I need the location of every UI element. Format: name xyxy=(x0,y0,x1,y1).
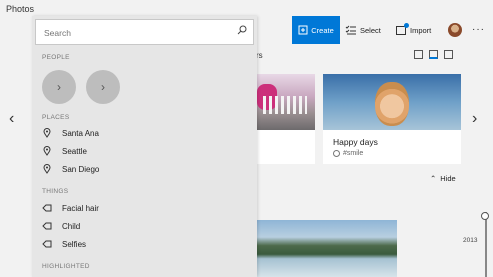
section-title-partial: rs xyxy=(256,51,263,60)
hide-label: Hide xyxy=(440,174,456,183)
people-header: PEOPLE xyxy=(42,54,70,61)
photo-card[interactable]: Happy days #smile xyxy=(323,74,461,164)
place-label: Seattle xyxy=(62,146,87,156)
smile-icon xyxy=(333,150,340,157)
tag-icon xyxy=(42,221,52,231)
create-icon xyxy=(298,25,308,35)
card-tag-text: #smile xyxy=(343,150,364,157)
chevron-right-icon: › xyxy=(57,80,61,94)
place-label: Santa Ana xyxy=(62,128,99,138)
search-panel: PEOPLE › › PLACES Santa Ana Seattle San … xyxy=(32,16,257,277)
import-label: Import xyxy=(410,25,432,35)
portrait-photo xyxy=(375,82,409,126)
create-label: Create xyxy=(311,25,334,35)
person-avatar[interactable]: › xyxy=(42,70,76,104)
people-list: › › xyxy=(42,70,120,104)
import-icon xyxy=(396,22,409,35)
hide-button[interactable]: ⌃ Hide xyxy=(430,174,456,183)
checklist-icon xyxy=(345,25,356,35)
chevron-right-icon[interactable]: › xyxy=(472,110,477,128)
card-tag: #smile xyxy=(333,150,363,157)
photo-thumbnail[interactable] xyxy=(257,220,397,277)
large-tiles-view-icon[interactable] xyxy=(414,50,423,59)
import-button[interactable]: Import xyxy=(396,16,431,44)
view-toggles xyxy=(414,50,453,59)
photo-thumbnail xyxy=(257,74,315,130)
chevron-up-icon: ⌃ xyxy=(430,174,437,183)
chevron-right-icon: › xyxy=(101,80,105,94)
tag-icon xyxy=(42,239,52,249)
thing-label: Facial hair xyxy=(62,203,99,213)
thing-label: Selfies xyxy=(62,239,87,249)
list-item[interactable]: Facial hair xyxy=(42,203,99,213)
timeline-handle[interactable] xyxy=(481,212,489,220)
search-input[interactable] xyxy=(42,24,236,42)
photo-card[interactable] xyxy=(257,74,315,164)
list-item[interactable]: Santa Ana xyxy=(42,128,99,138)
notification-dot xyxy=(404,22,409,28)
map-pin-icon xyxy=(42,146,52,156)
places-header: PLACES xyxy=(42,114,70,121)
avatar[interactable] xyxy=(448,23,462,37)
map-pin-icon xyxy=(42,164,52,174)
select-label: Select xyxy=(360,25,381,35)
timeline-year: 2013 xyxy=(463,237,478,244)
select-button[interactable]: Select xyxy=(345,16,381,44)
map-pin-icon xyxy=(42,128,52,138)
search-icon[interactable] xyxy=(237,25,247,35)
window-title: Photos xyxy=(6,4,35,14)
list-item[interactable]: San Diego xyxy=(42,164,99,174)
highlighted-header: HIGHLIGHTED xyxy=(42,263,90,270)
person-avatar[interactable]: › xyxy=(86,70,120,104)
create-button[interactable]: Create xyxy=(292,16,340,44)
list-item[interactable]: Selfies xyxy=(42,239,86,249)
small-tiles-view-icon[interactable] xyxy=(444,50,453,59)
list-item[interactable]: Seattle xyxy=(42,146,87,156)
card-caption: Happy days xyxy=(333,137,378,147)
things-header: THINGS xyxy=(42,188,69,195)
place-label: San Diego xyxy=(62,164,100,174)
medium-tiles-view-icon[interactable] xyxy=(429,50,438,59)
photo-thumbnail xyxy=(323,74,461,130)
list-item[interactable]: Child xyxy=(42,221,80,231)
timeline-scrubber[interactable] xyxy=(485,212,487,277)
more-options-button[interactable]: ··· xyxy=(472,24,485,35)
thing-label: Child xyxy=(62,221,81,231)
tag-icon xyxy=(42,203,52,213)
search-box[interactable] xyxy=(35,19,254,45)
chevron-left-icon[interactable]: ‹ xyxy=(9,110,14,128)
